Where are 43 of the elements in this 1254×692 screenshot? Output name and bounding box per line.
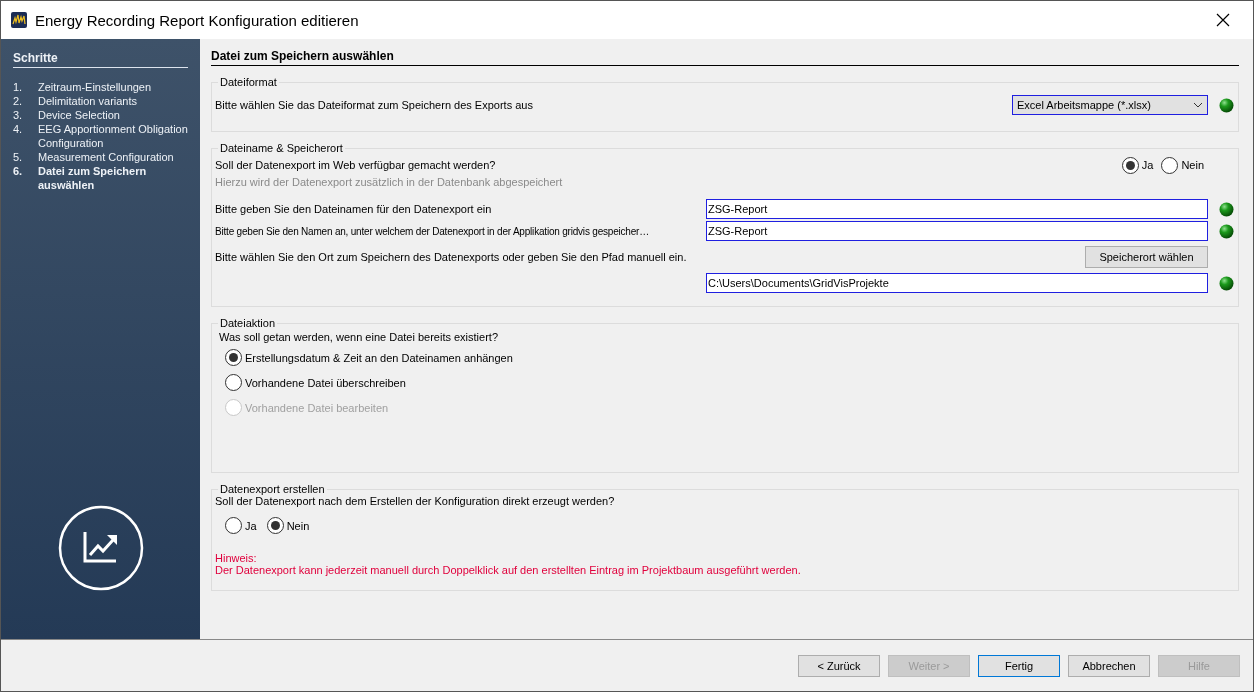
status-light-icon: [1219, 223, 1234, 239]
step-item: 1. Zeitraum-Einstellungen: [13, 80, 153, 94]
web-question: Soll der Datenexport im Web verfügbar gemacht werden?: [215, 159, 497, 171]
radio-option[interactable]: Vorhandene Datei überschreiben: [225, 374, 1234, 391]
format-dropdown[interactable]: Excel Arbeitsmappe (*.xlsx): [1012, 95, 1208, 115]
sidebar-heading: Schritte: [13, 51, 188, 68]
dialog-button[interactable]: < Zurück: [798, 654, 880, 677]
status-light-icon: [1219, 201, 1234, 217]
window-title: Energy Recording Report Konfiguration editieren: [35, 11, 360, 29]
app-name-field[interactable]: ZSG-Report: [706, 221, 1208, 241]
note-label: Hinweis:: [215, 552, 258, 564]
chevron-down-icon: [1193, 102, 1203, 108]
format-prompt: Bitte wählen Sie das Dateiformat zum Speichern des Exports aus: [215, 99, 534, 111]
status-light-icon: [1219, 97, 1234, 113]
status-light-icon: [1219, 275, 1234, 291]
step-item: 2. Delimitation variants: [13, 94, 139, 108]
web-hint: Hierzu wird der Datenexport zusätzlich in der Datenbank abgespeichert: [215, 176, 564, 188]
radio-option[interactable]: Nein: [1161, 156, 1204, 174]
dialog-button[interactable]: Abbrechen: [1068, 654, 1150, 677]
section-title: Dateiname & Speicherort: [219, 142, 344, 154]
radio-option[interactable]: Erstellungsdatum & Zeit an den Dateinamen anhängen: [225, 349, 1234, 366]
chart-trend-icon: [57, 505, 144, 591]
dialog-button[interactable]: Fertig: [978, 654, 1060, 677]
choose-location-button[interactable]: Speicherort wählen: [1085, 246, 1208, 268]
step-item: 6. Datei zum Speichern auswählen: [13, 164, 148, 192]
note-text: Der Datenexport kann jederzeit manuell durch Doppelklick auf den erstellten Eintrag im Projektbaum ausgeführt werden.: [215, 564, 802, 576]
step-item: 3. Device Selection: [13, 108, 121, 122]
close-icon: [1216, 13, 1230, 27]
app-logo-icon: [11, 12, 27, 28]
file-action-question: Was soll getan werden, wenn eine Datei bereits existiert?: [219, 331, 499, 343]
radio-option[interactable]: Nein: [266, 517, 310, 534]
section-title: Dateiaktion: [219, 317, 277, 329]
section-title: Datenexport erstellen: [219, 483, 326, 495]
filename-prompt: Bitte geben Sie den Dateinamen für den Datenexport ein: [215, 203, 493, 215]
filename-field[interactable]: ZSG-Report: [706, 199, 1208, 219]
location-prompt: Bitte wählen Sie den Ort zum Speichern des Datenexports oder geben Sie den Pfad manuell ein.: [215, 251, 688, 263]
path-field[interactable]: C:\Users\Documents\GridVisProjekte: [706, 273, 1208, 293]
export-question: Soll der Datenexport nach dem Erstellen der Konfiguration direkt erzeugt werden?: [215, 495, 616, 507]
step-item: 4. EEG Apportionment Obligation Configuration: [13, 122, 188, 150]
page-title: Datei zum Speichern auswählen: [211, 49, 1239, 66]
step-item: 5. Measurement Configuration: [13, 150, 175, 164]
section-title: Dateiformat: [219, 76, 278, 88]
app-name-prompt: Bitte geben Sie den Namen an, unter welchem der Datenexport in der Applikation gridvis gespeicher…: [215, 225, 650, 237]
